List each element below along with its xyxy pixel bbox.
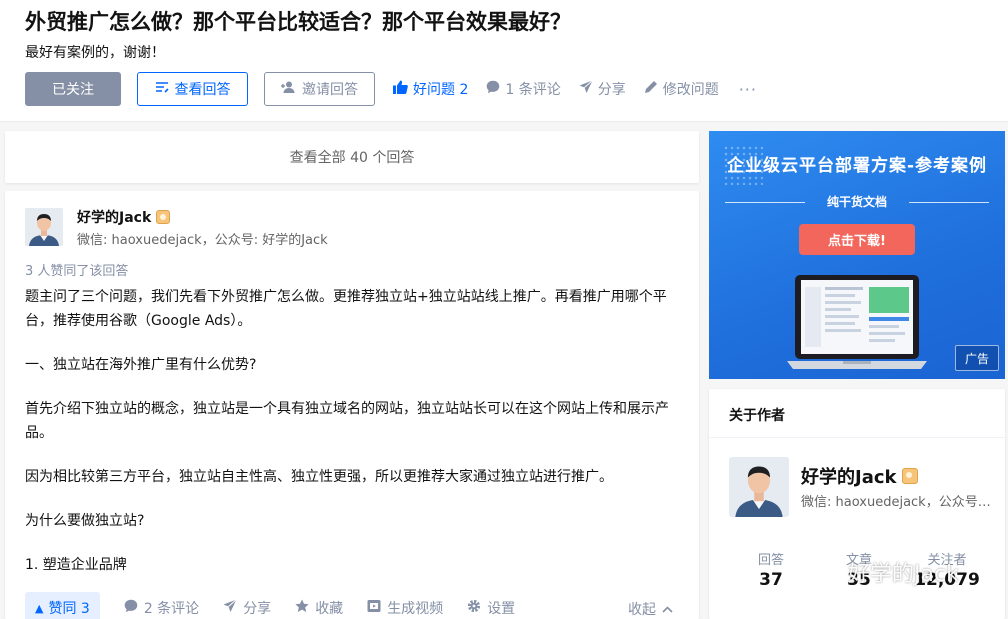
answer-paragraph: 因为相比较第三方平台，独立站自主性高、独立性更强，所以更推荐大家通过独立站进行推…: [25, 469, 613, 485]
view-all-answers-link[interactable]: 查看全部 40 个回答: [5, 131, 699, 183]
add-user-icon: [281, 81, 296, 97]
answer-paragraph: 一、独立站在海外推广里有什么优势?: [25, 357, 257, 373]
generate-video-button[interactable]: 生成视频: [367, 598, 443, 618]
wechat-icon: [812, 560, 842, 584]
followed-label: 已关注: [52, 82, 94, 98]
question-share-label: 分享: [597, 82, 626, 98]
question-comments-label: 1 条评论: [505, 82, 561, 98]
answer-share-button[interactable]: 分享: [223, 598, 271, 618]
favorite-button[interactable]: 收藏: [295, 598, 343, 618]
star-icon: [295, 599, 309, 617]
settings-label: 设置: [487, 601, 516, 617]
question-comments-button[interactable]: 1 条评论: [486, 79, 561, 99]
triangle-up-icon: ▲: [35, 601, 44, 615]
ad-download-label: 点击下载!: [828, 234, 886, 249]
watermark: 好学的Jack: [812, 556, 959, 588]
vote-up-label: 赞同 3: [48, 601, 90, 617]
answer-content: 题主问了三个问题，我们先看下外贸推广怎么做。更推荐独立站+独立站站线上推广。再看…: [25, 285, 677, 597]
view-all-answers-label: 查看全部 40 个回答: [289, 150, 415, 166]
question-detail: 最好有案例的，谢谢！: [25, 45, 165, 61]
stat-value: 37: [759, 570, 783, 590]
ad-tag-label: 广告: [964, 351, 989, 366]
favorite-label: 收藏: [315, 601, 344, 617]
question-title[interactable]: 外贸推广怎么做？那个平台比较适合？那个平台效果最好？: [25, 6, 571, 36]
ad-divider-right: [909, 202, 989, 203]
about-author-heading: 关于作者: [729, 408, 785, 424]
laptop-illustration: [787, 275, 927, 371]
divider: [709, 437, 1005, 438]
answer-paragraph: 首先介绍下独立站的概念，独立站是一个具有独立域名的网站，独立站站长可以在这个网站…: [25, 401, 669, 441]
invite-answer-button[interactable]: 邀请回答: [264, 72, 375, 106]
answer-paragraph: 题主问了三个问题，我们先看下外贸推广怎么做。更推荐独立站+独立站站线上推广。再看…: [25, 289, 667, 329]
answer-paragraph: 1. 塑造企业品牌: [25, 557, 127, 573]
edit-lines-icon: [155, 81, 169, 97]
edit-question-button[interactable]: 修改问题: [644, 79, 719, 99]
stat-answers[interactable]: 回答 37: [731, 549, 811, 590]
comment-icon: [124, 599, 138, 617]
collapse-answer-button[interactable]: 收起: [628, 599, 673, 619]
about-author-bio: 微信: haoxuedejack，公众号: 好学的Jack: [801, 495, 991, 510]
answer-card: 好学的Jack 微信: haoxuedejack，公众号: 好学的Jack 3 …: [5, 191, 699, 619]
paper-plane-icon: [223, 599, 238, 617]
question-actions: 已关注 查看回答 邀请回答 好问题 2 1 条评论 分享 修改问题 ···: [25, 72, 757, 106]
answer-comments-button[interactable]: 2 条评论: [124, 598, 199, 618]
answer-actions-bar: ▲ 赞同 3 2 条评论 分享 收藏 生成视频 设置 收起: [5, 591, 699, 619]
stat-label: 回答: [757, 553, 784, 568]
creator-badge-icon: [156, 210, 171, 224]
video-icon: [367, 599, 381, 617]
followed-button[interactable]: 已关注: [25, 72, 121, 106]
author-bio: 微信: haoxuedejack，公众号: 好学的Jack: [77, 233, 328, 248]
settings-button[interactable]: 设置: [467, 598, 515, 618]
pencil-icon: [644, 80, 658, 98]
more-options-button[interactable]: ···: [739, 80, 757, 99]
question-header: 外贸推广怎么做？那个平台比较适合？那个平台效果最好？ 最好有案例的，谢谢！ 已关…: [0, 0, 1008, 122]
watermark-text: 好学的Jack: [848, 562, 959, 587]
chevron-up-icon: [662, 602, 673, 616]
author-name-text: 好学的Jack: [77, 210, 152, 226]
gear-icon: [467, 599, 481, 617]
collapse-label: 收起: [628, 602, 656, 618]
view-answers-button[interactable]: 查看回答: [137, 72, 248, 106]
invite-answer-label: 邀请回答: [302, 82, 358, 98]
good-question-button[interactable]: 好问题 2: [393, 79, 468, 99]
question-share-button[interactable]: 分享: [579, 79, 626, 99]
creator-badge-icon: [902, 468, 919, 484]
ad-download-button[interactable]: 点击下载!: [799, 224, 915, 255]
about-author-name[interactable]: 好学的Jack: [801, 463, 919, 489]
edit-question-label: 修改问题: [662, 82, 719, 98]
about-author-avatar[interactable]: [729, 457, 789, 517]
thumbs-up-icon: [393, 80, 408, 98]
good-question-label: 好问题 2: [413, 82, 469, 98]
voters-count[interactable]: 3 人赞同了该回答: [25, 260, 128, 279]
ad-tag: 广告: [955, 345, 999, 371]
comment-icon: [486, 80, 500, 98]
ad-title: 企业级云平台部署方案-参考案例: [726, 156, 988, 176]
vote-up-button[interactable]: ▲ 赞同 3: [25, 592, 100, 619]
advertisement-banner[interactable]: 企业级云平台部署方案-参考案例 纯干货文档 点击下载! 广告: [709, 131, 1005, 379]
generate-video-label: 生成视频: [387, 601, 444, 617]
author-avatar[interactable]: [25, 208, 63, 246]
answer-comments-label: 2 条评论: [143, 601, 200, 617]
answer-paragraph: 为什么要做独立站?: [25, 513, 145, 529]
view-answers-label: 查看回答: [174, 82, 231, 98]
author-name[interactable]: 好学的Jack: [77, 207, 171, 227]
paper-plane-icon: [579, 80, 593, 98]
answer-share-label: 分享: [243, 601, 272, 617]
about-author-name-text: 好学的Jack: [801, 467, 897, 488]
